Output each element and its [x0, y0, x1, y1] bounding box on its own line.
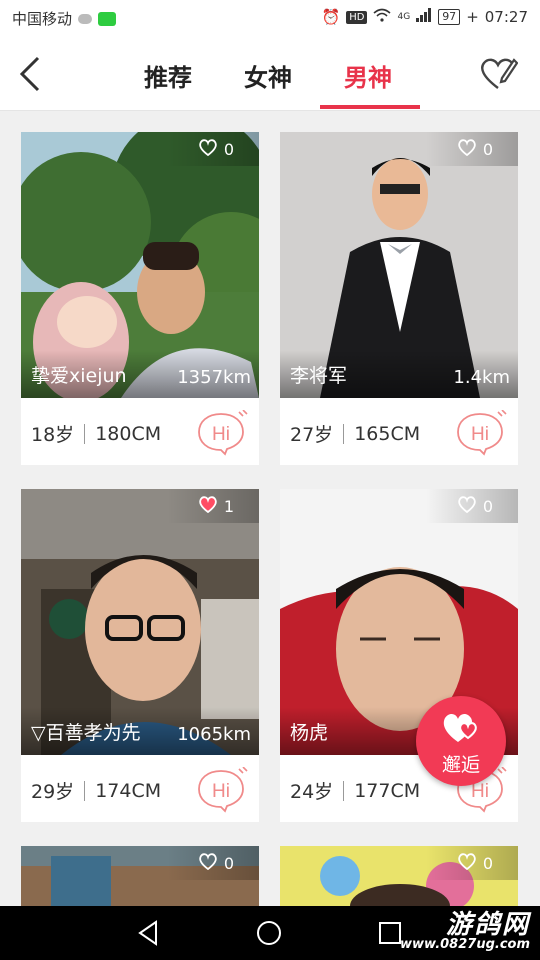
divider	[343, 780, 345, 801]
like-count: 0	[223, 139, 235, 159]
watermark-title: 游鸽网	[445, 910, 530, 940]
like-count: 0	[482, 853, 494, 873]
user-height: 177CM	[354, 779, 421, 802]
divider	[84, 423, 86, 444]
user-card[interactable]: 1 ▽百善孝为先 1065km 29岁 174CM Hi	[21, 489, 259, 822]
clock: 07:27	[484, 8, 528, 26]
signal-icon	[416, 8, 432, 26]
user-info: 29岁 174CM	[31, 777, 161, 804]
heart-outline-icon	[198, 852, 218, 874]
user-height: 165CM	[354, 422, 421, 445]
encounter-label: 邂逅	[441, 754, 480, 776]
like-count: 0	[223, 853, 235, 873]
nav-back-icon[interactable]	[136, 920, 162, 950]
like-counter[interactable]: 0	[167, 846, 259, 880]
heart-outline-icon	[457, 138, 477, 160]
heart-outline-icon	[457, 495, 477, 517]
like-count: 1	[223, 496, 235, 516]
heart-filled-icon	[198, 495, 218, 517]
user-height: 180CM	[95, 422, 162, 445]
user-name: 挚爱xiejun	[31, 365, 127, 387]
cloud-icon	[78, 13, 93, 24]
user-name: 李将军	[290, 365, 348, 387]
like-counter[interactable]: 0	[426, 846, 518, 880]
hearts-icon	[440, 708, 482, 750]
user-age: 29岁	[31, 781, 75, 803]
photo-caption: ▽百善孝为先 1065km	[21, 707, 259, 755]
carrier-label: 中国移动	[12, 10, 73, 28]
hi-button[interactable]: Hi	[456, 409, 508, 456]
hi-label: Hi	[212, 781, 230, 802]
active-tab-indicator	[320, 105, 420, 109]
user-height: 174CM	[95, 779, 162, 802]
tab-recommend[interactable]: 推荐	[144, 58, 192, 93]
hi-button[interactable]: Hi	[197, 766, 249, 813]
watermark-url: www.0827ug.com	[400, 937, 530, 952]
user-name: ▽百善孝为先	[31, 722, 141, 744]
alarm-icon: ⏰	[321, 8, 341, 26]
divider	[84, 780, 86, 801]
hi-label: Hi	[212, 424, 230, 445]
user-age: 24岁	[290, 781, 334, 803]
user-card[interactable]: 0	[280, 846, 518, 906]
top-nav: 推荐 女神 男神	[0, 36, 540, 111]
user-distance: 1065km	[177, 724, 251, 745]
wifi-icon	[373, 8, 392, 26]
nav-recent-icon[interactable]	[378, 921, 402, 949]
network-type: 4G	[397, 12, 411, 22]
charging-icon: +	[466, 8, 479, 26]
wechat-icon	[98, 11, 117, 26]
user-distance: 1357km	[177, 367, 251, 388]
status-bar: 中国移动 ⏰ HD 4G 97 + 07:27	[0, 0, 540, 36]
hi-label: Hi	[471, 424, 489, 445]
nav-home-icon[interactable]	[256, 920, 282, 950]
user-name: 杨虎	[290, 722, 329, 744]
divider	[343, 423, 345, 444]
user-distance: 1.4km	[453, 367, 510, 388]
like-counter[interactable]: 1	[167, 489, 259, 523]
watermark-logo: 游鸽网 www.0827ug.com	[400, 904, 530, 952]
user-card[interactable]: 0 李将军 1.4km 27岁 165CM Hi	[280, 132, 518, 465]
user-age: 18岁	[31, 424, 75, 446]
user-age: 27岁	[290, 424, 334, 446]
user-card[interactable]: 0	[21, 846, 259, 906]
photo-caption: 李将军 1.4km	[280, 350, 518, 398]
like-counter[interactable]: 0	[167, 132, 259, 166]
heart-edit-icon[interactable]	[478, 54, 519, 92]
heart-outline-icon	[457, 852, 477, 874]
like-counter[interactable]: 0	[426, 489, 518, 523]
tab-bar: 推荐 女神 男神	[120, 36, 440, 110]
tab-male-god[interactable]: 男神	[344, 58, 392, 93]
back-arrow-icon[interactable]	[14, 54, 50, 94]
hi-button[interactable]: Hi	[197, 409, 249, 456]
heart-outline-icon	[198, 138, 218, 160]
user-info: 24岁 177CM	[290, 777, 420, 804]
user-info: 18岁 180CM	[31, 420, 161, 447]
hd-badge: HD	[346, 10, 368, 24]
battery-icon: 97	[438, 9, 461, 25]
user-card[interactable]: 0 挚爱xiejun 1357km 18岁 180CM Hi	[21, 132, 259, 465]
photo-caption: 挚爱xiejun 1357km	[21, 350, 259, 398]
user-info: 27岁 165CM	[290, 420, 420, 447]
encounter-button[interactable]: 邂逅	[416, 696, 506, 786]
tab-goddess[interactable]: 女神	[244, 58, 292, 93]
like-counter[interactable]: 0	[426, 132, 518, 166]
like-count: 0	[482, 496, 494, 516]
like-count: 0	[482, 139, 494, 159]
